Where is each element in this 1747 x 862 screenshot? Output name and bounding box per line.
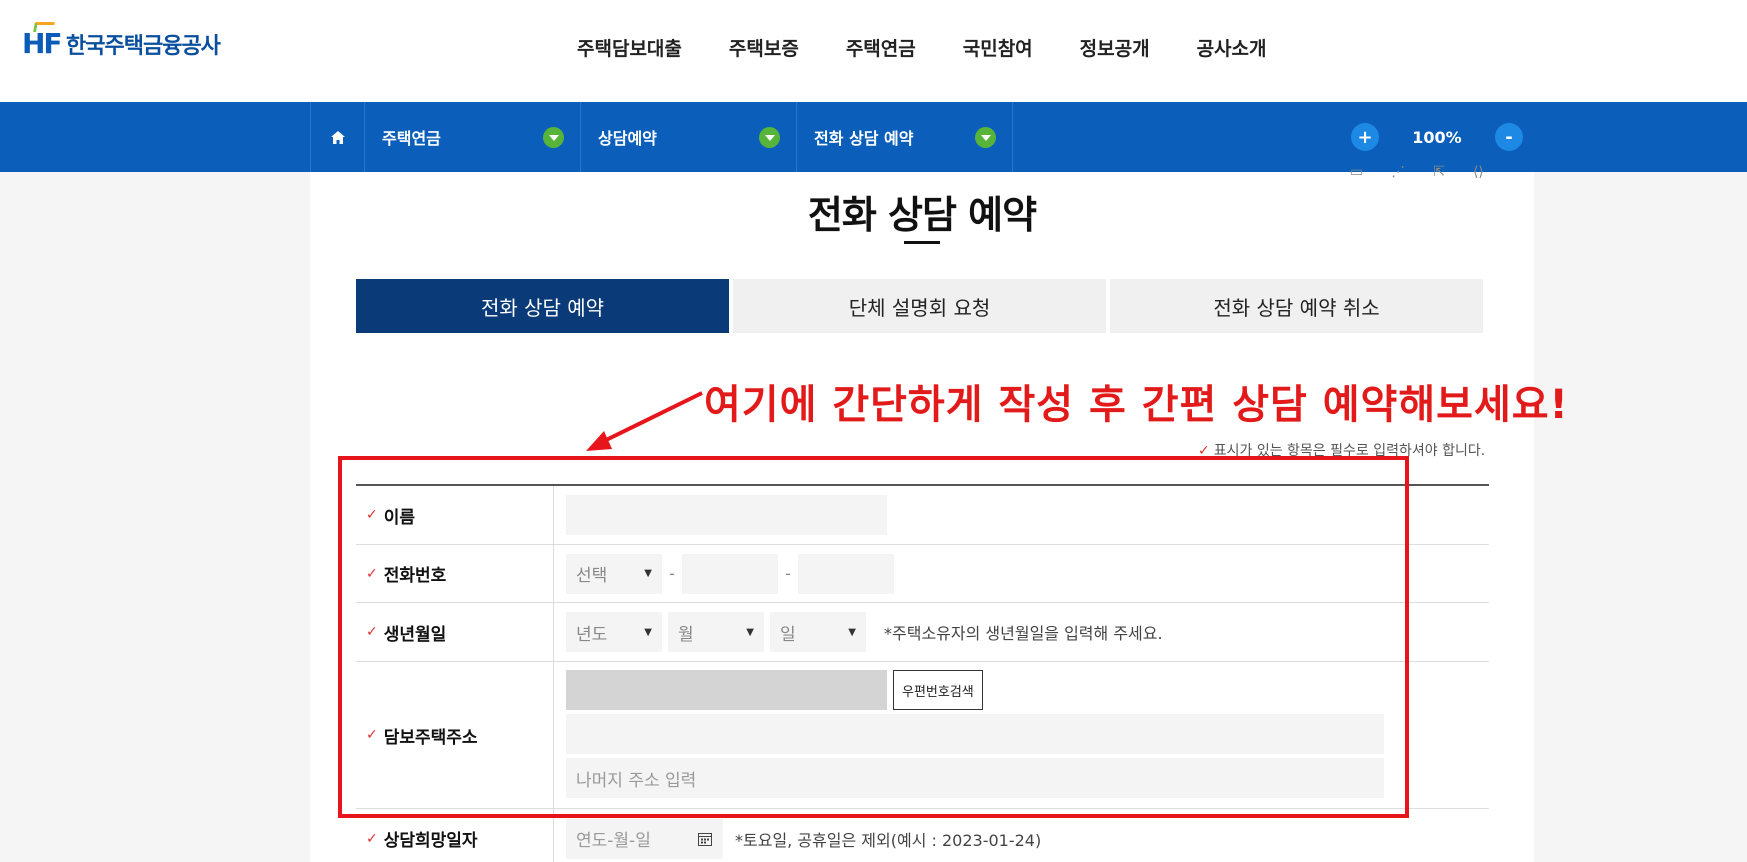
check-icon: ✓: [366, 727, 378, 743]
nav-item-mortgage[interactable]: 주택담보대출: [577, 34, 682, 61]
reservation-form: ✓ 이름 ✓ 전화번호 선택 ▼ - - ✓ 생년월일 년도 ▼ 월 ▼ 일 ▼ *주택소유자…: [356, 484, 1489, 862]
check-icon: ✓: [366, 507, 378, 523]
zoom-level: 100%: [1412, 127, 1462, 147]
zoom-control: + 100% -: [1351, 123, 1523, 151]
address-input: [566, 714, 1384, 754]
breadcrumb-label: 전화 상담 예약: [814, 129, 914, 148]
required-note: ✓ 표시가 있는 항목은 필수로 입력하셔야 합니다.: [1198, 443, 1486, 459]
chevron-down-icon: [975, 126, 996, 148]
print-icon[interactable]: ▭: [1350, 164, 1363, 180]
nav-item-disclosure[interactable]: 정보공개: [1080, 34, 1150, 61]
form-row-phone: ✓ 전화번호 선택 ▼ - -: [356, 545, 1489, 603]
more-icon[interactable]: ⟨⟩: [1473, 164, 1484, 180]
utility-icons: ▭ ⋰ ⇱ ⟨⟩: [1350, 164, 1484, 180]
main-nav: 주택담보대출 주택보증 주택연금 국민참여 정보공개 공사소개: [577, 34, 1314, 61]
nav-item-pension[interactable]: 주택연금: [846, 34, 916, 61]
form-row-date: ✓ 상담희망일자 연도-월-일 *토요일, 공휴일은 제외(예시 : 2023-0…: [356, 809, 1489, 862]
hf-logo-icon: HF: [22, 22, 63, 60]
dropdown-arrow-icon: ▼: [644, 568, 652, 579]
form-row-name: ✓ 이름: [356, 486, 1489, 545]
check-icon: ✓: [1198, 443, 1210, 459]
tab-cancel-reservation[interactable]: 전화 상담 예약 취소: [1110, 279, 1483, 333]
location-bar: 주택연금 상담예약 전화 상담 예약 + 100% -: [0, 102, 1747, 172]
form-row-birth: ✓ 생년월일 년도 ▼ 월 ▼ 일 ▼ *주택소유자의 생년월일을 입력해 주세요.: [356, 603, 1489, 662]
zipcode-search-button[interactable]: 우편번호검색: [893, 670, 983, 710]
site-header: HF 한국주택금융공사 주택담보대출 주택보증 주택연금 국민참여 정보공개 공…: [0, 0, 1747, 102]
date-hint: *토요일, 공휴일은 제외(예시 : 2023-01-24): [735, 830, 1042, 850]
calendar-icon[interactable]: [697, 831, 713, 847]
consult-date-input[interactable]: 연도-월-일: [566, 818, 723, 859]
check-icon: ✓: [366, 830, 378, 847]
breadcrumb-reservation[interactable]: 상담예약: [581, 102, 797, 172]
title-underline: [904, 241, 940, 244]
tab-group-briefing[interactable]: 단체 설명회 요청: [733, 279, 1106, 333]
home-icon[interactable]: [310, 102, 365, 172]
birth-year-select[interactable]: 년도 ▼: [566, 612, 662, 652]
phone-prefix-select[interactable]: 선택 ▼: [566, 553, 662, 594]
tab-bar: 전화 상담 예약 단체 설명회 요청 전화 상담 예약 취소: [356, 279, 1483, 333]
chevron-down-icon: [543, 126, 564, 148]
breadcrumb-pension[interactable]: 주택연금: [365, 102, 581, 172]
main-content: ▭ ⋰ ⇱ ⟨⟩ 전화 상담 예약 전화 상담 예약 단체 설명회 요청 전화 …: [310, 164, 1568, 862]
zoom-in-button[interactable]: +: [1351, 123, 1379, 151]
annotation-arrow-icon: [586, 391, 703, 451]
page-title: 전화 상담 예약: [807, 193, 1037, 237]
chevron-down-icon: [759, 126, 780, 148]
annotation-callout: 여기에 간단하게 작성 후 간편 상담 예약해보세요!: [704, 382, 1569, 428]
birth-day-select[interactable]: 일 ▼: [770, 612, 866, 652]
name-input[interactable]: [566, 495, 887, 535]
birth-month-select[interactable]: 월 ▼: [668, 612, 764, 652]
logo-text: 한국주택금융공사: [66, 34, 221, 59]
zoom-out-button[interactable]: -: [1495, 123, 1523, 151]
site-logo[interactable]: HF 한국주택금융공사: [22, 22, 221, 60]
nav-item-guarantee[interactable]: 주택보증: [729, 34, 799, 61]
dropdown-arrow-icon: ▼: [848, 626, 856, 638]
breadcrumb-label: 주택연금: [382, 129, 441, 148]
field-label: ✓ 상담희망일자: [356, 809, 554, 862]
birth-hint: *주택소유자의 생년월일을 입력해 주세요.: [884, 624, 1163, 643]
breadcrumb-phone-reservation[interactable]: 전화 상담 예약: [797, 102, 1013, 172]
nav-item-about[interactable]: 공사소개: [1197, 34, 1267, 61]
dropdown-arrow-icon: ▼: [644, 626, 652, 638]
field-label: ✓ 담보주택주소: [356, 662, 554, 808]
field-label: ✓ 생년월일: [356, 603, 554, 661]
tab-phone-reservation[interactable]: 전화 상담 예약: [356, 279, 729, 333]
phone-middle-input[interactable]: [682, 553, 778, 594]
check-icon: ✓: [366, 565, 378, 582]
zipcode-input: [566, 670, 887, 710]
breadcrumb-label: 상담예약: [598, 129, 657, 148]
field-label: ✓ 이름: [356, 486, 554, 544]
phone-last-input[interactable]: [798, 553, 894, 594]
share-icon[interactable]: ⋰: [1391, 164, 1405, 180]
breadcrumb: 주택연금 상담예약 전화 상담 예약: [310, 102, 1013, 172]
form-row-address: ✓ 담보주택주소 우편번호검색 나머지 주소 입력: [356, 662, 1489, 809]
export-icon[interactable]: ⇱: [1433, 164, 1445, 180]
check-icon: ✓: [366, 624, 378, 640]
dropdown-arrow-icon: ▼: [746, 626, 754, 638]
nav-item-participation[interactable]: 국민참여: [963, 34, 1033, 61]
field-label: ✓ 전화번호: [356, 545, 554, 602]
address-detail-input[interactable]: 나머지 주소 입력: [566, 758, 1384, 798]
